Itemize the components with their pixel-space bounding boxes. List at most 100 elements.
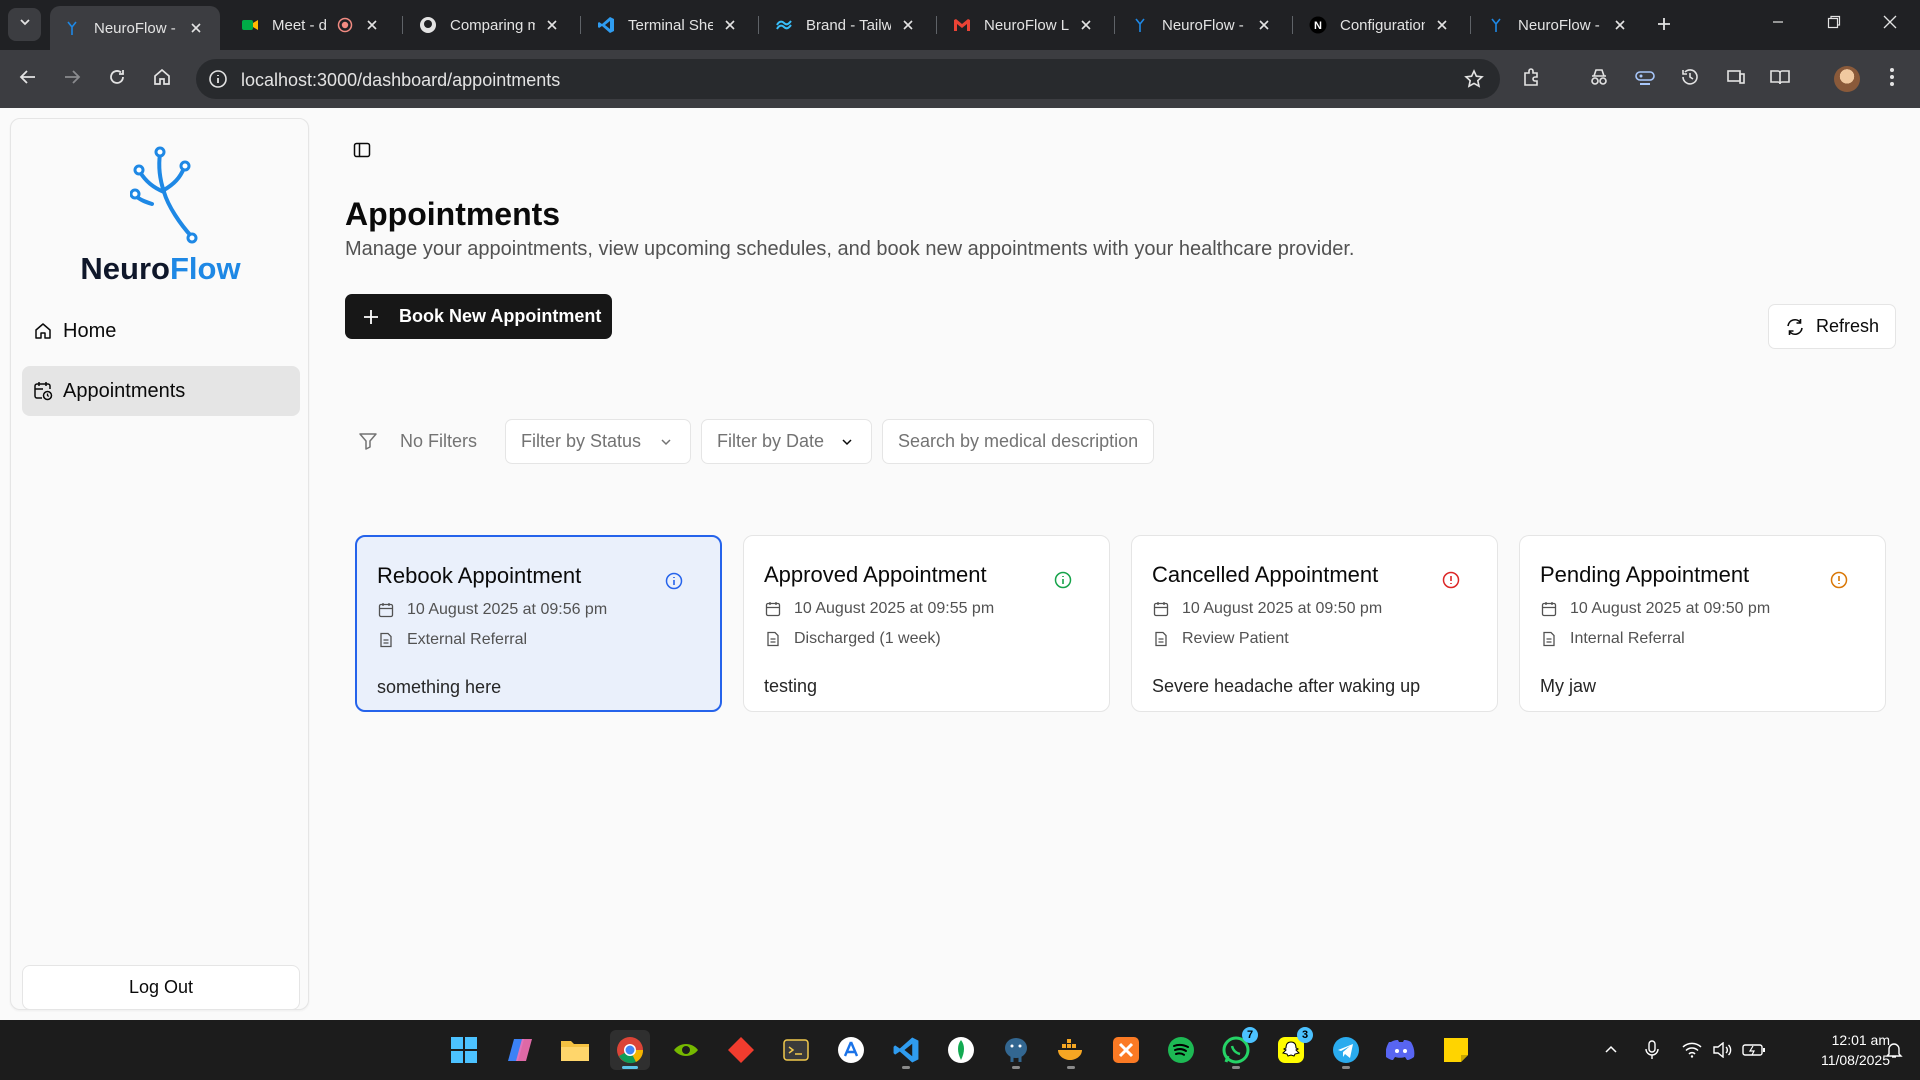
extensions-button[interactable] xyxy=(1517,64,1547,94)
browser-tab[interactable]: Comparing m xyxy=(406,6,576,44)
chrome-icon[interactable] xyxy=(610,1030,650,1070)
chevron-up-icon[interactable] xyxy=(1599,1038,1623,1062)
book-new-appointment-button[interactable]: Book New Appointment xyxy=(345,294,612,339)
battery-icon[interactable] xyxy=(1742,1038,1766,1062)
close-icon[interactable] xyxy=(899,16,917,34)
sidebar-item-home[interactable]: Home xyxy=(22,306,300,356)
docker-icon[interactable] xyxy=(1051,1030,1091,1070)
url-text: localhost:3000/dashboard/appointments xyxy=(241,70,561,90)
close-icon[interactable] xyxy=(543,16,561,34)
browser-tab[interactable]: N Configuration xyxy=(1296,6,1466,44)
arrow-right-icon xyxy=(63,68,81,91)
discord-icon[interactable] xyxy=(1381,1030,1421,1070)
github-icon xyxy=(418,15,438,35)
sidebar-item-appointments[interactable]: Appointments xyxy=(22,366,300,416)
forward-button[interactable] xyxy=(56,63,88,95)
close-icon[interactable] xyxy=(1077,16,1095,34)
calendar-clock-icon xyxy=(33,381,53,401)
card-description: Severe headache after waking up xyxy=(1152,676,1421,696)
close-icon[interactable] xyxy=(721,16,739,34)
sidebar-item-label: Appointments xyxy=(63,379,186,402)
profile-avatar[interactable] xyxy=(1834,66,1860,92)
reading-mode-button[interactable] xyxy=(1765,64,1795,94)
git-kraken-icon[interactable] xyxy=(721,1030,761,1070)
clock-date: 11/08/2025 xyxy=(1820,1052,1890,1068)
xampp-icon[interactable] xyxy=(1106,1030,1146,1070)
appointment-card-cancelled[interactable]: Cancelled Appointment 10 August 2025 at … xyxy=(1131,535,1498,712)
wifi-icon[interactable] xyxy=(1680,1038,1704,1062)
restore-button[interactable] xyxy=(1806,0,1862,48)
volume-icon[interactable] xyxy=(1710,1038,1734,1062)
browser-tab[interactable]: Brand - Tailwi xyxy=(762,6,932,44)
browser-tab[interactable]: Meet - dc xyxy=(228,6,398,44)
info-icon xyxy=(664,571,684,591)
password-manager-button[interactable] xyxy=(1630,64,1660,94)
notifications-icon[interactable] xyxy=(1882,1038,1906,1062)
devices-icon xyxy=(1726,67,1746,92)
tab-title: Meet - dc xyxy=(272,16,327,34)
close-icon[interactable] xyxy=(1255,16,1273,34)
history-icon xyxy=(1680,67,1700,92)
microphone-icon[interactable] xyxy=(1640,1038,1664,1062)
incognito-button[interactable] xyxy=(1584,64,1614,94)
chrome-menu-button[interactable] xyxy=(1877,64,1907,94)
page-description: Manage your appointments, view upcoming … xyxy=(345,238,1355,260)
card-date-row: 10 August 2025 at 09:55 pm xyxy=(764,600,994,618)
browser-tab[interactable]: NeuroFlow Lo xyxy=(940,6,1110,44)
refresh-button[interactable]: Refresh xyxy=(1768,304,1896,349)
browser-tab[interactable]: NeuroFlow - xyxy=(1474,6,1644,44)
window-close-button[interactable] xyxy=(1862,0,1918,48)
appointment-card-pending[interactable]: Pending Appointment 10 August 2025 at 09… xyxy=(1519,535,1886,712)
postgresql-icon[interactable] xyxy=(996,1030,1036,1070)
appointment-card-rebook[interactable]: Rebook Appointment 10 August 2025 at 09:… xyxy=(355,535,722,712)
telegram-icon[interactable] xyxy=(1326,1030,1366,1070)
appointment-card-approved[interactable]: Approved Appointment 10 August 2025 at 0… xyxy=(743,535,1110,712)
logout-button[interactable]: Log Out xyxy=(22,965,300,1010)
tab-search-button[interactable] xyxy=(8,8,41,41)
windows-start-icon[interactable] xyxy=(444,1030,484,1070)
reload-button[interactable] xyxy=(101,63,133,95)
sidebar-toggle-button[interactable] xyxy=(350,140,374,164)
bookmark-star-icon[interactable] xyxy=(1462,67,1486,91)
file-explorer-icon[interactable] xyxy=(555,1030,595,1070)
close-icon[interactable] xyxy=(363,16,381,34)
card-description: something here xyxy=(377,677,502,697)
whatsapp-icon[interactable]: 7 xyxy=(1216,1027,1258,1070)
card-type-row: External Referral xyxy=(377,631,527,649)
status-filter-select[interactable]: Filter by Status xyxy=(505,419,691,464)
calendar-icon xyxy=(764,600,782,618)
close-icon[interactable] xyxy=(1611,16,1629,34)
browser-tab[interactable]: NeuroFlow - xyxy=(1118,6,1288,44)
key-icon xyxy=(1634,67,1656,92)
site-info-icon[interactable] xyxy=(204,65,232,93)
filter-icon xyxy=(357,430,379,452)
spotify-icon[interactable] xyxy=(1161,1030,1201,1070)
browser-tab[interactable]: Terminal Shel xyxy=(584,6,754,44)
new-tab-button[interactable] xyxy=(1650,12,1678,40)
notion-icon: N xyxy=(1308,15,1328,35)
page-title: Appointments xyxy=(345,196,561,232)
date-filter-select[interactable]: Filter by Date xyxy=(701,419,872,464)
tab-groups-button[interactable] xyxy=(1721,64,1751,94)
address-bar[interactable]: localhost:3000/dashboard/appointments xyxy=(196,59,1500,99)
back-button[interactable] xyxy=(12,63,44,95)
copilot-icon[interactable] xyxy=(500,1030,540,1070)
snapchat-icon[interactable]: 3 xyxy=(1271,1027,1313,1070)
close-icon[interactable] xyxy=(187,19,205,37)
browser-toolbar: localhost:3000/dashboard/appointments xyxy=(0,50,1920,108)
sticky-notes-icon[interactable] xyxy=(1436,1030,1476,1070)
vscode-icon[interactable] xyxy=(886,1030,926,1070)
brand-name-part2: Flow xyxy=(169,251,241,286)
terminal-icon[interactable] xyxy=(776,1030,816,1070)
tab-title: NeuroFlow - xyxy=(1162,16,1244,34)
minimize-button[interactable] xyxy=(1750,0,1806,48)
browser-tab[interactable]: NeuroFlow - xyxy=(50,6,220,50)
close-icon[interactable] xyxy=(1433,16,1451,34)
history-button[interactable] xyxy=(1675,64,1705,94)
nvidia-icon[interactable] xyxy=(666,1030,706,1070)
search-input[interactable] xyxy=(882,419,1154,464)
app-store-icon[interactable] xyxy=(831,1030,871,1070)
system-clock[interactable]: 12:01 am 11/08/2025 xyxy=(1780,1030,1890,1070)
home-button[interactable] xyxy=(146,63,178,95)
mongodb-icon[interactable] xyxy=(941,1030,981,1070)
